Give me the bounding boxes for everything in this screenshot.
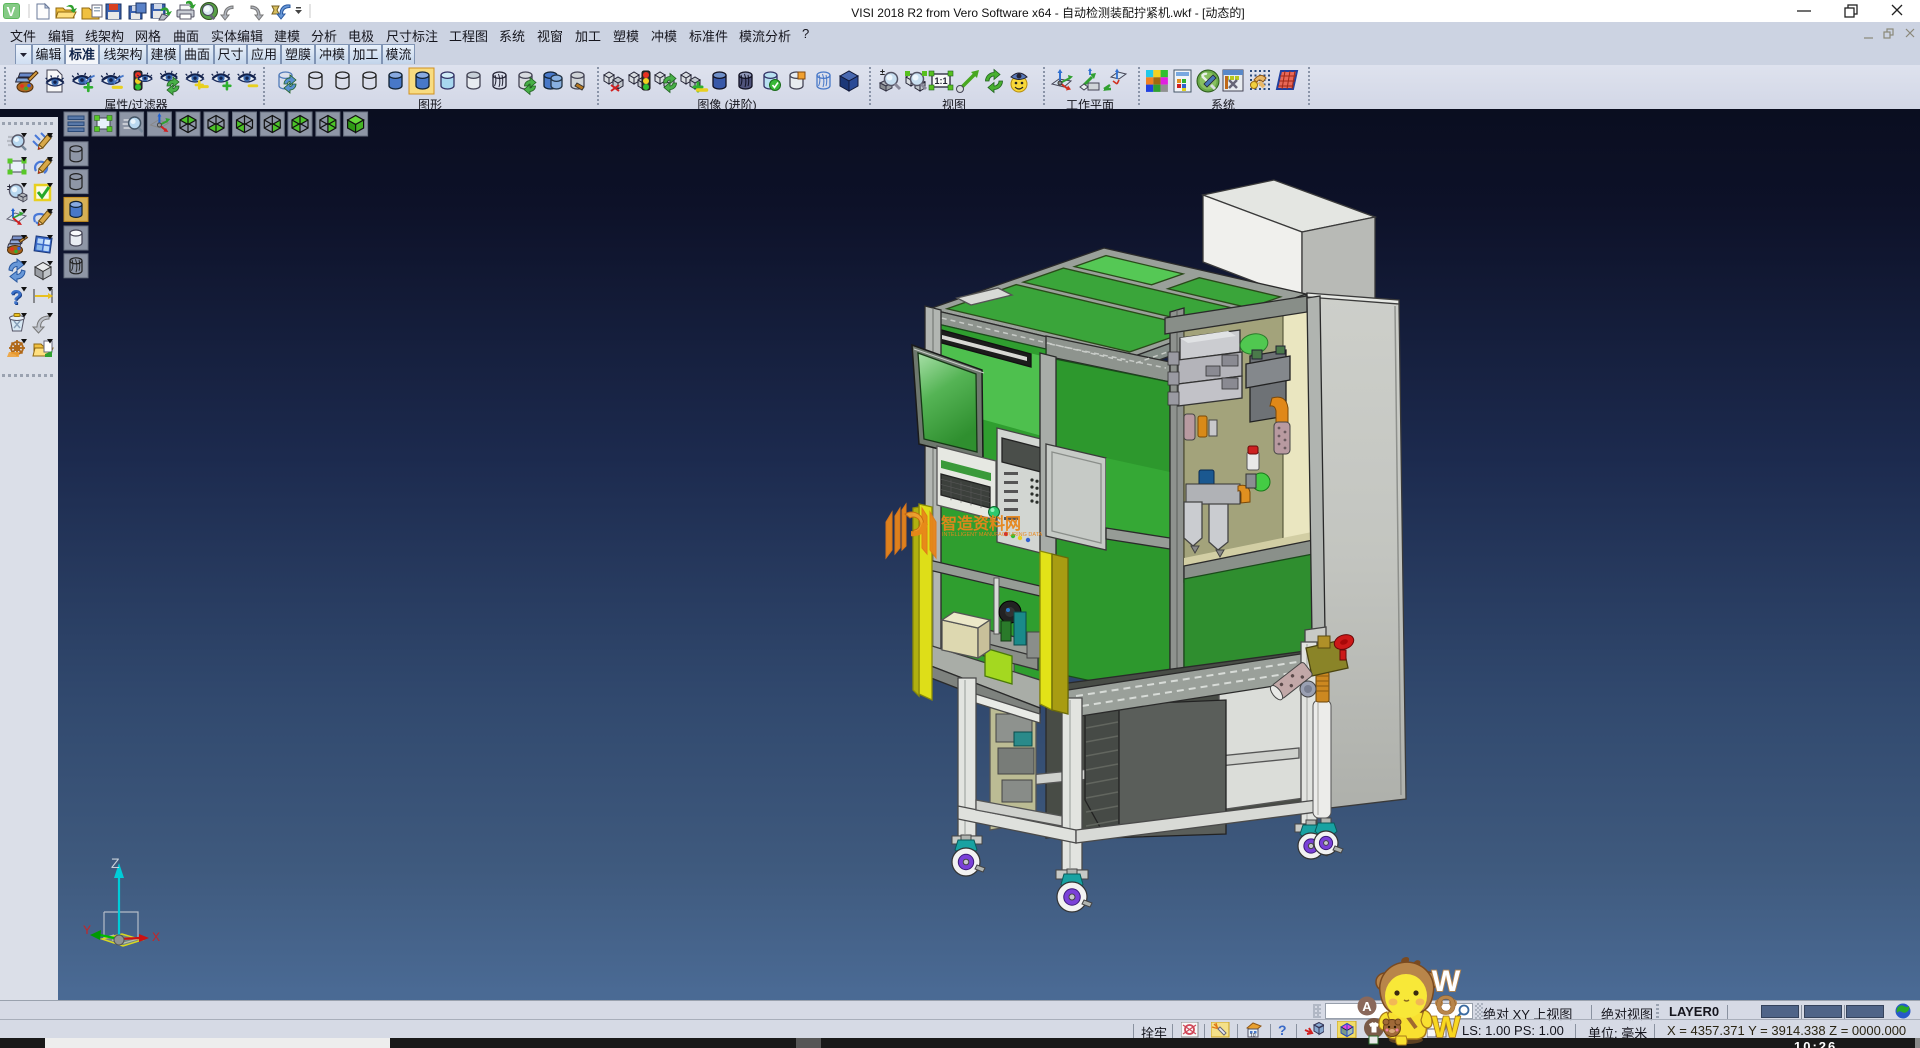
svg-text:V: V (7, 4, 16, 19)
svg-text:A: A (1362, 999, 1372, 1014)
svg-text:?: ? (10, 287, 22, 309)
svg-text:Z: Z (111, 855, 120, 871)
svg-text:1:1: 1:1 (934, 76, 947, 86)
svg-text:INTELLIGENT MANUFACTURING DATA: INTELLIGENT MANUFACTURING DATA (942, 532, 1043, 538)
svg-text:W: W (1432, 1011, 1461, 1044)
svg-text:±: ± (880, 67, 885, 77)
svg-text:Y: Y (83, 923, 91, 937)
svg-text:智造资料网: 智造资料网 (941, 514, 1021, 533)
svg-text:X: X (152, 930, 160, 944)
